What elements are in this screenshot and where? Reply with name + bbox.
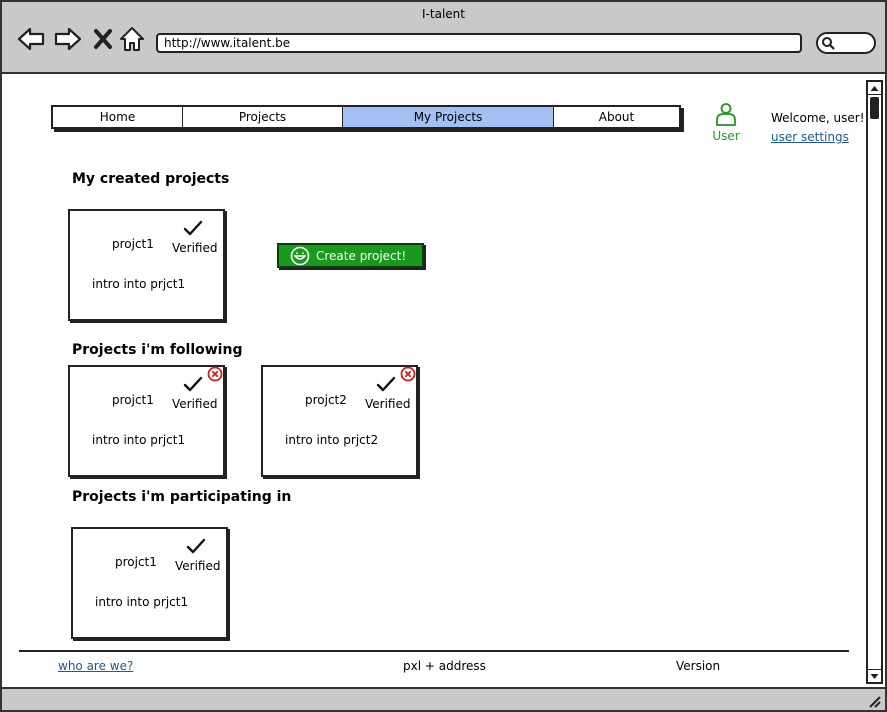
section-title-created: My created projects: [72, 171, 230, 187]
section-title-following: Projects i'm following: [72, 342, 243, 358]
project-intro: intro into prjct1: [95, 595, 189, 609]
verified-label: Verified: [172, 397, 218, 411]
status-bar: [2, 687, 885, 710]
create-project-label: Create project!: [316, 248, 407, 263]
who-are-we-link[interactable]: who are we?: [58, 659, 133, 673]
browser-search-field[interactable]: [816, 32, 876, 54]
vertical-scrollbar[interactable]: [866, 80, 883, 684]
project-card[interactable]: projct1 Verified intro into prjct1: [68, 365, 225, 477]
project-card[interactable]: projct2 Verified intro into prjct2: [261, 365, 418, 477]
tab-projects[interactable]: Projects: [183, 107, 343, 127]
footer-address: pxl + address: [403, 659, 486, 673]
project-intro: intro into prjct2: [285, 433, 379, 447]
main-nav: Home Projects My Projects About: [51, 105, 681, 129]
tab-about[interactable]: About: [554, 107, 679, 127]
browser-toolbar: I-talent http://www.italent.be: [2, 2, 885, 74]
browser-window: I-talent http://www.italent.be Home Proj…: [0, 0, 887, 712]
home-icon[interactable]: [117, 24, 147, 54]
back-arrow-icon[interactable]: [16, 24, 46, 54]
resize-grip-icon[interactable]: [867, 694, 881, 708]
project-card[interactable]: projct1 Verified intro into prjct1: [68, 209, 225, 321]
check-icon: [183, 376, 203, 392]
check-icon: [183, 220, 203, 236]
project-intro: intro into prjct1: [92, 433, 186, 447]
project-intro: intro into prjct1: [92, 277, 186, 291]
verified-label: Verified: [365, 397, 411, 411]
verified-label: Verified: [175, 559, 221, 573]
project-name: projct1: [115, 555, 157, 569]
smiley-icon: [290, 246, 310, 265]
verified-label: Verified: [172, 241, 218, 255]
tab-home[interactable]: Home: [53, 107, 183, 127]
check-icon: [186, 538, 206, 554]
stop-icon[interactable]: [88, 24, 118, 54]
section-title-participating: Projects i'm participating in: [72, 489, 292, 505]
scrollbar-thumb[interactable]: [870, 97, 879, 119]
user-settings-link[interactable]: user settings: [771, 130, 849, 144]
create-project-button[interactable]: Create project!: [277, 243, 424, 268]
welcome-text: Welcome, user!: [771, 111, 865, 125]
scroll-down-icon[interactable]: [868, 669, 881, 682]
check-icon: [376, 376, 396, 392]
search-icon: [822, 37, 835, 50]
forward-arrow-icon[interactable]: [53, 24, 83, 54]
user-icon[interactable]: [715, 102, 737, 126]
project-card[interactable]: projct1 Verified intro into prjct1: [71, 527, 228, 639]
footer-version: Version: [676, 659, 721, 673]
footer-divider: [19, 650, 849, 652]
remove-circle-icon[interactable]: [207, 366, 223, 382]
scroll-up-icon[interactable]: [868, 82, 881, 95]
user-label: User: [712, 129, 740, 143]
url-input[interactable]: http://www.italent.be: [156, 33, 802, 53]
project-name: projct2: [305, 393, 347, 407]
window-title: I-talent: [422, 7, 465, 21]
project-name: projct1: [112, 237, 154, 251]
tab-my-projects[interactable]: My Projects: [343, 107, 554, 127]
project-name: projct1: [112, 393, 154, 407]
remove-circle-icon[interactable]: [400, 366, 416, 382]
